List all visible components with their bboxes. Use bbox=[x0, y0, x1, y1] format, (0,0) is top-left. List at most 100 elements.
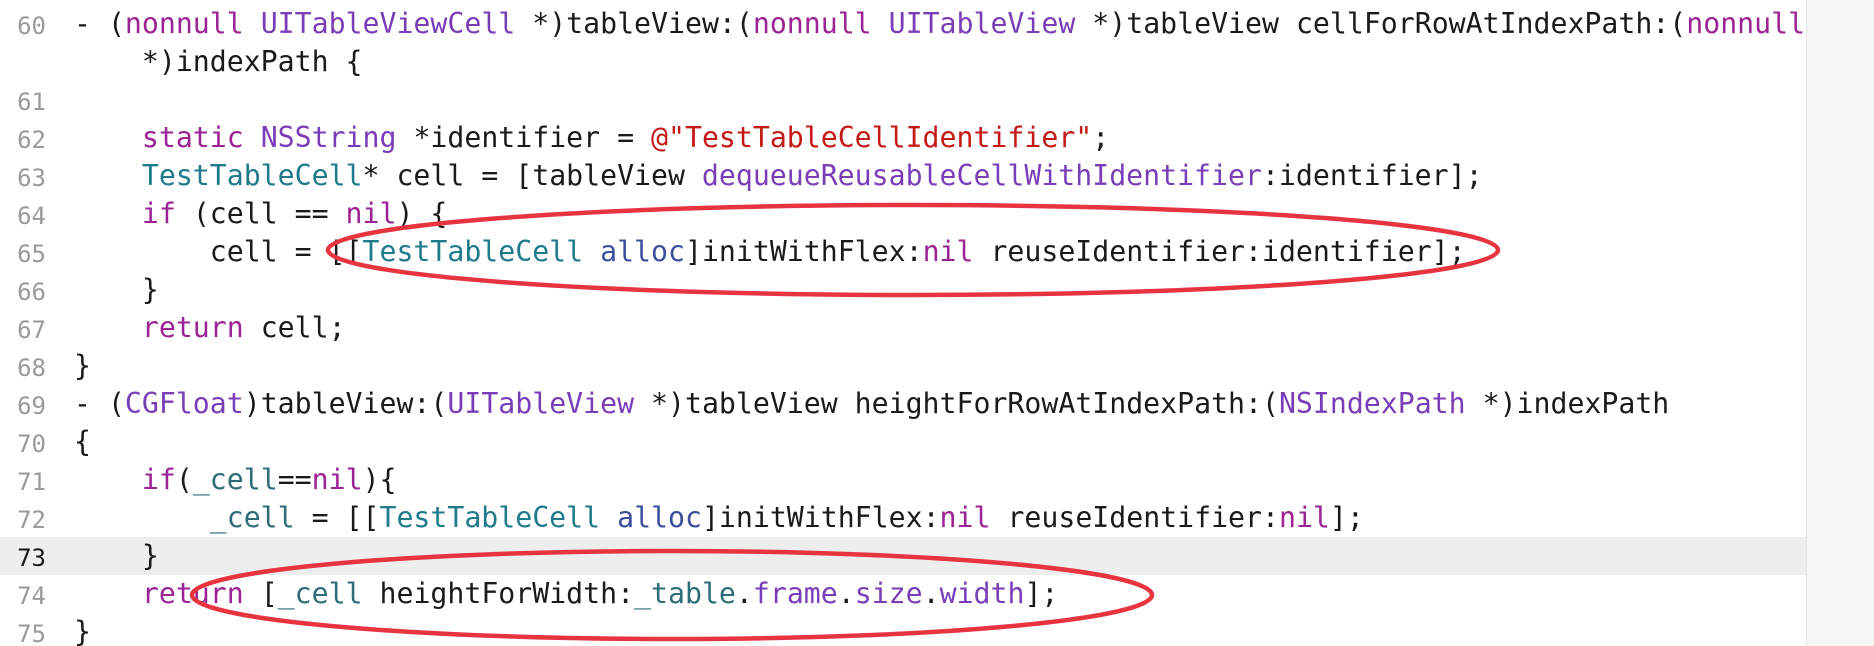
code-line[interactable]: 61 bbox=[0, 81, 1806, 119]
code-text: cell = [[TestTableCell alloc]initWithFle… bbox=[74, 233, 1466, 271]
code-token: ; bbox=[1092, 121, 1110, 154]
code-token: nil bbox=[345, 197, 397, 230]
code-line[interactable]: 62 static NSString *identifier = @"TestT… bbox=[0, 119, 1806, 157]
code-token: . bbox=[735, 577, 753, 610]
code-token: *identifier = bbox=[396, 121, 652, 154]
code-token: = [[ bbox=[294, 501, 380, 534]
code-token: cell = [[ bbox=[74, 235, 363, 268]
code-token: ) { bbox=[396, 197, 448, 230]
code-text: { bbox=[74, 423, 91, 461]
code-token: ){ bbox=[362, 463, 397, 496]
code-text: } bbox=[74, 271, 159, 309]
code-token: [ bbox=[243, 577, 278, 610]
code-line[interactable]: 66 } bbox=[0, 271, 1806, 309]
code-token: * cell = [tableView bbox=[362, 159, 702, 192]
code-token: TestTableCell bbox=[362, 235, 584, 268]
code-token: nonnull bbox=[1686, 7, 1806, 40]
code-token: return bbox=[141, 577, 244, 610]
line-number: 63 bbox=[17, 164, 46, 192]
line-number: 74 bbox=[17, 582, 46, 610]
code-token: NSIndexPath bbox=[1278, 387, 1466, 420]
code-token: ]; bbox=[1329, 501, 1364, 534]
line-number: 72 bbox=[17, 506, 46, 534]
code-token: _table bbox=[634, 577, 736, 610]
code-text: *)indexPath { bbox=[74, 43, 363, 81]
code-token: _cell bbox=[277, 577, 363, 610]
code-text: if (cell == nil) { bbox=[74, 195, 448, 233]
code-token: nil bbox=[1278, 501, 1330, 534]
code-line[interactable]: *)indexPath { bbox=[0, 43, 1806, 81]
code-line[interactable]: 72 _cell = [[TestTableCell alloc]initWit… bbox=[0, 499, 1806, 537]
code-token: frame bbox=[752, 577, 838, 610]
line-number: 75 bbox=[17, 620, 46, 646]
code-token: *)tableView:( bbox=[515, 7, 753, 40]
code-line[interactable]: 75} bbox=[0, 613, 1806, 646]
code-token: reuseIdentifier:identifier]; bbox=[973, 235, 1466, 268]
code-text: if(_cell==nil){ bbox=[74, 461, 397, 499]
code-token: . bbox=[922, 577, 940, 610]
code-token: _cell bbox=[192, 463, 278, 496]
line-number: 62 bbox=[17, 126, 46, 154]
line-number: 73 bbox=[17, 544, 46, 572]
code-token: } bbox=[74, 615, 91, 646]
code-token: ( bbox=[175, 463, 193, 496]
code-token: UITableView bbox=[447, 387, 635, 420]
code-token: (cell == bbox=[175, 197, 346, 230]
code-token: dequeueReusableCellWithIdentifier bbox=[701, 159, 1262, 192]
code-text: static NSString *identifier = @"TestTabl… bbox=[74, 119, 1109, 157]
code-token: return bbox=[141, 311, 244, 344]
code-token: *)tableView cellForRowAtIndexPath:( bbox=[1075, 7, 1687, 40]
code-token: heightForWidth: bbox=[362, 577, 635, 610]
line-number: 69 bbox=[17, 392, 46, 420]
line-number: 68 bbox=[17, 354, 46, 382]
line-number: 66 bbox=[17, 278, 46, 306]
code-token: cell; bbox=[243, 311, 346, 344]
code-token: TestTableCell bbox=[379, 501, 601, 534]
code-text: } bbox=[74, 537, 159, 575]
code-token: @"TestTableCellIdentifier" bbox=[651, 121, 1093, 154]
line-number: 61 bbox=[17, 88, 46, 116]
code-line[interactable]: 64 if (cell == nil) { bbox=[0, 195, 1806, 233]
code-text: _cell = [[TestTableCell alloc]initWithFl… bbox=[74, 499, 1364, 537]
code-line[interactable]: 67 return cell; bbox=[0, 309, 1806, 347]
code-token: == bbox=[277, 463, 312, 496]
code-token: ]; bbox=[1024, 577, 1059, 610]
code-token: UITableView bbox=[888, 7, 1076, 40]
code-token: static bbox=[141, 121, 244, 154]
code-editor[interactable]: 60- (nonnull UITableViewCell *)tableView… bbox=[0, 0, 1806, 646]
code-line[interactable]: 74 return [_cell heightForWidth:_table.f… bbox=[0, 575, 1806, 613]
code-text: - (nonnull UITableViewCell *)tableView:(… bbox=[74, 5, 1806, 43]
code-line[interactable]: 71 if(_cell==nil){ bbox=[0, 461, 1806, 499]
code-text: TestTableCell* cell = [tableView dequeue… bbox=[74, 157, 1483, 195]
code-token: } bbox=[74, 539, 159, 572]
code-line[interactable]: 68} bbox=[0, 347, 1806, 385]
code-line[interactable]: 65 cell = [[TestTableCell alloc]initWith… bbox=[0, 233, 1806, 271]
vertical-scrollbar[interactable] bbox=[1806, 0, 1874, 646]
code-token: nil bbox=[311, 463, 363, 496]
code-token: if bbox=[141, 197, 176, 230]
code-text: - (CGFloat)tableView:(UITableView *)tabl… bbox=[74, 385, 1669, 423]
code-token: } bbox=[74, 349, 91, 382]
code-token: ]initWithFlex: bbox=[684, 235, 923, 268]
code-line[interactable]: 69 - (CGFloat)tableView:(UITableView *)ta… bbox=[0, 385, 1806, 423]
code-token: nonnull bbox=[124, 7, 244, 40]
code-token: *)tableView heightForRowAtIndexPath:( bbox=[634, 387, 1279, 420]
code-line[interactable]: 70 { bbox=[0, 423, 1806, 461]
code-line[interactable]: 73 } bbox=[0, 537, 1806, 575]
code-token: ]initWithFlex: bbox=[701, 501, 940, 534]
code-text: } bbox=[74, 347, 91, 385]
line-number: 64 bbox=[17, 202, 46, 230]
line-number: 67 bbox=[17, 316, 46, 344]
code-token: size bbox=[854, 577, 923, 610]
code-line[interactable]: 60- (nonnull UITableViewCell *)tableView… bbox=[0, 5, 1806, 43]
code-line[interactable]: 63 TestTableCell* cell = [tableView dequ… bbox=[0, 157, 1806, 195]
